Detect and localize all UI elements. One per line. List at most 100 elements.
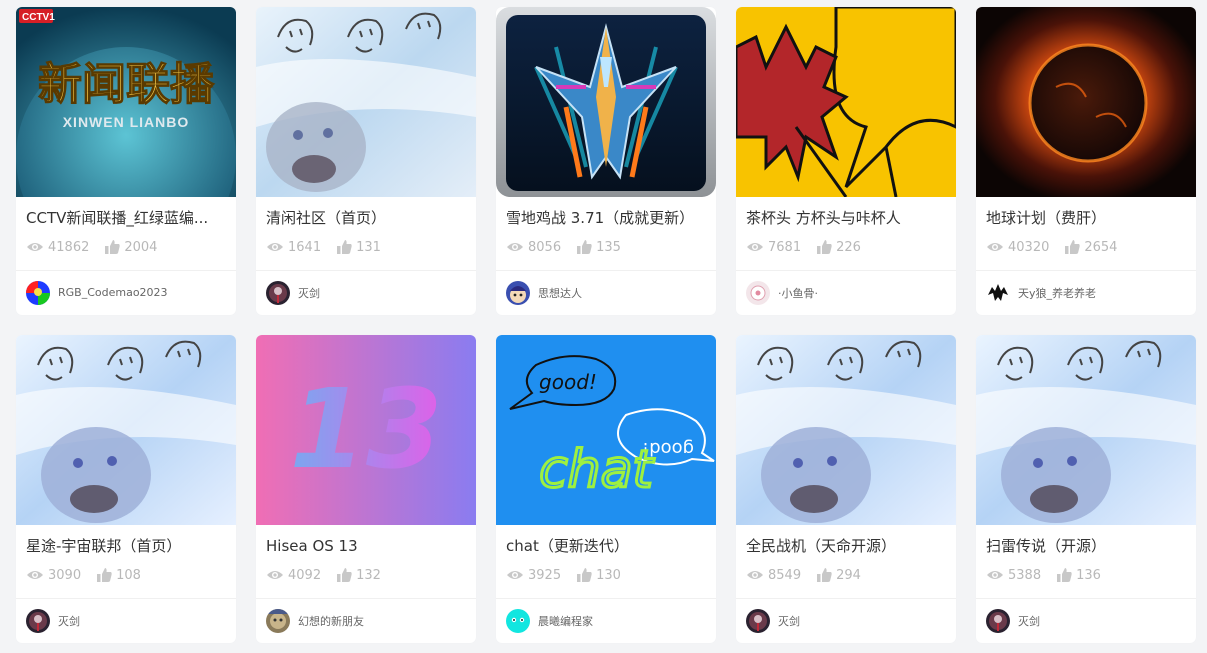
author-name[interactable]: 灭剑 (778, 613, 800, 629)
work-card[interactable]: 茶杯头 方杯头与咔杯人 7681 226 ·小鱼骨· (736, 7, 956, 315)
dark-avatar-icon[interactable] (746, 608, 770, 633)
meme-cover[interactable] (256, 7, 476, 197)
work-title[interactable]: 清闲社区（首页） (256, 197, 476, 229)
bubble-text-1: good! (539, 370, 597, 394)
cover-number-text: 13 (289, 365, 442, 493)
burning-planet-cover[interactable] (976, 7, 1196, 197)
like-count: 2654 (1084, 239, 1118, 255)
cartoon-avatar-icon[interactable] (506, 280, 530, 305)
wolf-avatar-icon[interactable] (986, 280, 1010, 305)
work-card[interactable]: good! good! chat chat（更新迭代） 3925 130 晨曦编… (496, 335, 716, 643)
dark-avatar-icon[interactable] (266, 280, 290, 305)
author-row[interactable]: 天y狼_养老养老 (976, 270, 1196, 314)
work-card[interactable]: 全民战机（天命开源） 8549 294 灭剑 (736, 335, 956, 643)
thumbs-up-icon (1065, 240, 1081, 254)
author-row[interactable]: 灭剑 (976, 598, 1196, 642)
thumbs-up-icon (105, 240, 121, 254)
work-card[interactable]: 雪地鸡战 3.71（成就更新） 8056 135 思想达人 (496, 7, 716, 315)
author-name[interactable]: 晨曦编程家 (538, 613, 593, 629)
eye-icon (747, 243, 763, 251)
jet-fighter-cover[interactable] (496, 7, 716, 197)
view-count: 41862 (48, 239, 90, 255)
author-row[interactable]: 灭剑 (256, 270, 476, 314)
author-name[interactable]: 灭剑 (58, 613, 80, 629)
like-count: 108 (116, 567, 141, 583)
work-stats: 41862 2004 (16, 229, 236, 257)
author-name[interactable]: 天y狼_养老养老 (1018, 285, 1096, 301)
work-stats: 40320 2654 (976, 229, 1196, 257)
author-row[interactable]: 晨曦编程家 (496, 598, 716, 642)
eye-icon (747, 571, 763, 579)
thumbs-up-icon (97, 568, 112, 582)
eye-icon (267, 243, 283, 251)
work-title[interactable]: 扫雷传说（开源） (976, 525, 1196, 557)
photo-avatar-icon[interactable] (266, 608, 290, 633)
work-card[interactable]: 扫雷传说（开源） 5388 136 灭剑 (976, 335, 1196, 643)
dark-avatar-icon[interactable] (26, 608, 50, 633)
news-broadcast-cover[interactable]: CCTV1 新闻联播 XINWEN LIANBO (16, 7, 236, 197)
like-count: 132 (356, 567, 381, 583)
author-name[interactable]: 灭剑 (298, 285, 320, 301)
thumbs-up-icon (337, 568, 352, 582)
work-card[interactable]: 地球计划（费肝） 40320 2654 天y狼_养老养老 (976, 7, 1196, 315)
os13-cover[interactable]: 13 (256, 335, 476, 525)
thumbs-up-icon (817, 568, 832, 582)
thumbs-up-icon (577, 240, 592, 254)
author-name[interactable]: 幻想的新朋友 (298, 613, 364, 629)
author-row[interactable]: 思想达人 (496, 270, 716, 314)
meme-cover[interactable] (736, 335, 956, 525)
light-avatar-icon[interactable] (746, 280, 770, 305)
author-name[interactable]: 灭剑 (1018, 613, 1040, 629)
work-stats: 4092 132 (256, 557, 476, 585)
work-title[interactable]: 星途-宇宙联邦（首页） (16, 525, 236, 557)
work-stats: 7681 226 (736, 229, 956, 257)
view-count: 3925 (528, 567, 562, 583)
work-card[interactable]: 清闲社区（首页） 1641 131 灭剑 (256, 7, 476, 315)
author-row[interactable]: ·小鱼骨· (736, 270, 956, 314)
cover-chat-text: chat (539, 440, 654, 500)
author-row[interactable]: RGB_Codemao2023 (16, 270, 236, 314)
work-title[interactable]: CCTV新闻联播_红绿蓝编... (16, 197, 236, 229)
author-name[interactable]: 思想达人 (538, 285, 582, 301)
like-count: 135 (596, 239, 621, 255)
leaves-cover[interactable] (736, 7, 956, 197)
author-name[interactable]: ·小鱼骨· (778, 285, 818, 301)
work-stats: 1641 131 (256, 229, 476, 257)
author-row[interactable]: 幻想的新朋友 (256, 598, 476, 642)
chat-cover[interactable]: good! good! chat (496, 335, 716, 525)
like-count: 294 (836, 567, 861, 583)
work-title[interactable]: Hisea OS 13 (256, 525, 476, 557)
work-title[interactable]: 雪地鸡战 3.71（成就更新） (496, 197, 716, 229)
eye-icon (267, 571, 283, 579)
view-count: 40320 (1008, 239, 1050, 255)
cyan-avatar-icon[interactable] (506, 608, 530, 633)
rgb-avatar-icon[interactable] (26, 280, 50, 305)
work-title[interactable]: chat（更新迭代） (496, 525, 716, 557)
author-row[interactable]: 灭剑 (16, 598, 236, 642)
work-title[interactable]: 全民战机（天命开源） (736, 525, 956, 557)
eye-icon (987, 243, 1003, 251)
work-stats: 8549 294 (736, 557, 956, 585)
work-card[interactable]: CCTV1 新闻联播 XINWEN LIANBO CCTV新闻联播_红绿蓝编..… (16, 7, 236, 315)
work-stats: 8056 135 (496, 229, 716, 257)
cctv-badge: CCTV1 (22, 12, 55, 23)
author-name[interactable]: RGB_Codemao2023 (58, 286, 168, 299)
dark-avatar-icon[interactable] (986, 608, 1010, 633)
eye-icon (507, 243, 523, 251)
cover-subtitle-text: XINWEN LIANBO (63, 114, 190, 130)
cover-title-text: 新闻联播 (38, 59, 215, 110)
work-card[interactable]: 13 Hisea OS 13 4092 132 幻想的新朋友 (256, 335, 476, 643)
author-row[interactable]: 灭剑 (736, 598, 956, 642)
work-card[interactable]: 星途-宇宙联邦（首页） 3090 108 灭剑 (16, 335, 236, 643)
eye-icon (27, 243, 43, 251)
like-count: 2004 (124, 239, 158, 255)
work-stats: 3925 130 (496, 557, 716, 585)
work-title[interactable]: 茶杯头 方杯头与咔杯人 (736, 197, 956, 229)
like-count: 131 (356, 239, 381, 255)
meme-cover[interactable] (16, 335, 236, 525)
works-grid: CCTV1 新闻联播 XINWEN LIANBO CCTV新闻联播_红绿蓝编..… (0, 0, 1207, 643)
view-count: 8549 (768, 567, 802, 583)
meme-cover[interactable] (976, 335, 1196, 525)
work-title[interactable]: 地球计划（费肝） (976, 197, 1196, 229)
view-count: 7681 (768, 239, 802, 255)
